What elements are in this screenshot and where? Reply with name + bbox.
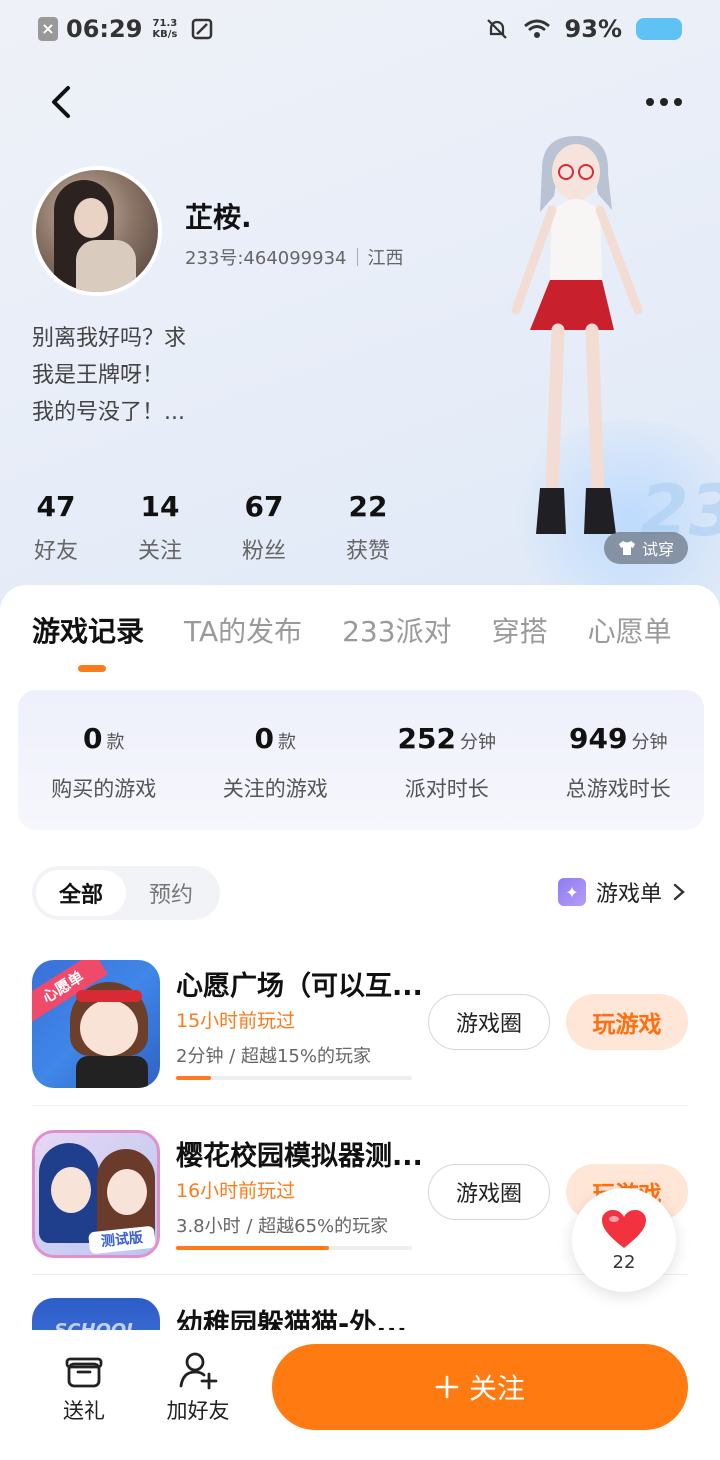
try-on-button[interactable]: 试穿 [604,532,688,564]
game-circle-button[interactable]: 游戏圈 [428,1164,550,1220]
back-button[interactable] [40,80,84,124]
last-played: 15小时前玩过 [176,1010,296,1032]
game-icon[interactable]: 测试版 [32,1130,160,1258]
tab-posts[interactable]: TA的发布 [184,610,302,670]
gift-icon [65,1357,103,1388]
play-detail: 2分钟 / 超越15%的玩家 [176,1046,371,1067]
stat-fans[interactable]: 67 粉丝 [212,490,316,565]
play-game-button[interactable]: 玩游戏 [566,994,688,1050]
follow-button[interactable]: 关注 [272,1344,688,1430]
game-list-link[interactable]: ✦ 游戏单 [557,876,686,908]
summary-followed[interactable]: 0款 关注的游戏 [190,690,362,830]
divider [356,248,358,266]
tab-bar: 游戏记录 TA的发布 233派对 穿搭 心愿单 [0,610,720,670]
profile-stats: 47 好友 14 关注 67 粉丝 22 获赞 [0,490,420,565]
tab-outfits[interactable]: 穿搭 [492,610,548,670]
status-bar: × 06:29 71.3 KB/s 93% [0,0,720,58]
like-count: 22 [612,1251,636,1273]
game-summary-card: 0款 购买的游戏 0款 关注的游戏 252 分钟 派对时长 949 分钟 总游戏时长 [18,690,704,830]
sparkle-icon: ✦ [557,878,586,906]
user-id: 233号:464099934 [185,248,347,269]
dot-icon [660,98,668,106]
last-played: 16小时前玩过 [176,1180,296,1202]
send-gift-button[interactable]: 送礼 [34,1350,134,1425]
play-detail: 3.8小时 / 超越65%的玩家 [176,1216,389,1237]
filter-all[interactable]: 全部 [36,870,126,916]
game-circle-button[interactable]: 游戏圈 [428,994,550,1050]
play-progress-bar [176,1076,412,1080]
like-button[interactable]: 22 [572,1188,676,1292]
bottom-action-bar: 送礼 加好友 关注 [0,1330,720,1460]
tab-wishlist[interactable]: 心愿单 [588,610,672,670]
battery-percent: 93% [564,15,622,43]
game-icon[interactable]: 心愿单 [32,960,160,1088]
shirt-icon [618,541,635,555]
notification-icon: × [38,17,58,41]
profile-header: 233 × 06:29 71.3 KB/s 93% 芷桉. 233号:46409… [0,0,720,620]
filter-reserved[interactable]: 预约 [126,870,216,916]
tab-game-records[interactable]: 游戏记录 [32,610,144,670]
screenshot-icon [192,18,213,40]
add-user-icon [179,1352,218,1390]
avatar-character-figure[interactable] [480,130,680,550]
summary-total-time: 949 分钟 总游戏时长 [565,722,671,801]
user-name: 芷桉. [185,201,252,234]
wifi-icon [523,19,550,38]
user-location: 江西 [367,248,404,269]
tab-indicator [78,665,106,672]
heart-icon [602,1209,646,1248]
clock: 06:29 [66,15,143,43]
summary-purchased[interactable]: 0款 购买的游戏 [18,690,190,830]
avatar[interactable] [32,166,162,296]
divider [32,1105,688,1106]
chevron-right-icon [673,883,685,901]
add-friend-button[interactable]: 加好友 [148,1350,248,1425]
play-progress-bar [176,1246,412,1250]
plus-icon [435,1375,459,1399]
user-meta: 233号:464099934 江西 [185,244,404,270]
stat-friends[interactable]: 47 好友 [4,490,108,565]
dot-icon [646,98,654,106]
stat-following[interactable]: 14 关注 [108,490,212,565]
game-title[interactable]: 樱花校园模拟器测... [176,1134,423,1173]
dot-icon [674,98,682,106]
summary-party-time: 252 分钟 派对时长 [397,722,496,801]
mute-icon [486,19,507,39]
tab-party[interactable]: 233派对 [342,610,451,670]
network-speed: 71.3 KB/s [152,18,178,40]
chevron-left-icon [52,86,70,118]
user-bio[interactable]: 别离我好吗？求 我是王牌呀！ 我的号没了！... [32,320,186,431]
filter-segmented-control: 全部 预约 [32,866,220,920]
battery-icon [636,18,682,40]
more-options-button[interactable] [634,80,694,124]
game-title[interactable]: 心愿广场（可以互... [176,964,423,1003]
stat-likes[interactable]: 22 获赞 [316,490,420,565]
